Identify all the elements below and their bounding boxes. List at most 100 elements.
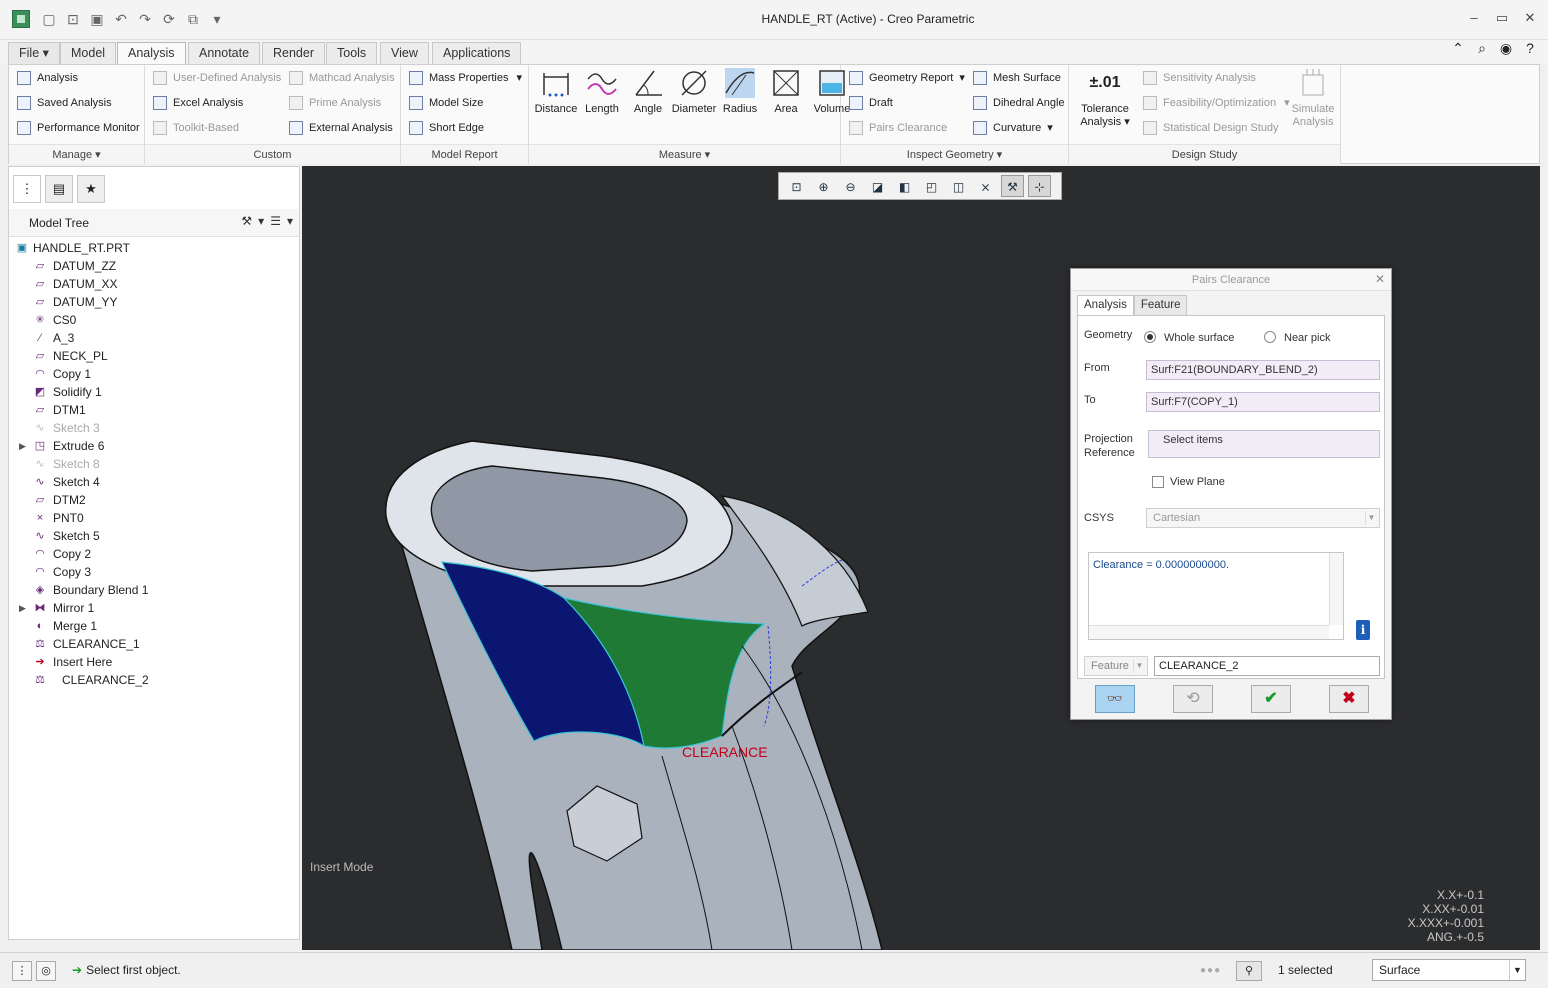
near-pick-label[interactable]: Near pick bbox=[1284, 331, 1330, 345]
annotation-display-icon[interactable]: ⚒ bbox=[1001, 175, 1024, 197]
feature-type-dropdown[interactable]: Feature ▼ bbox=[1084, 656, 1148, 676]
view-plane-label[interactable]: View Plane bbox=[1170, 475, 1225, 489]
tab-render[interactable]: Render bbox=[262, 42, 325, 64]
group-label-measure[interactable]: Measure ▾ bbox=[529, 144, 840, 164]
mesh-surface-button[interactable]: Mesh Surface bbox=[973, 68, 1061, 88]
tab-model[interactable]: Model bbox=[60, 42, 117, 64]
tree-node[interactable]: ▱ DTM1 bbox=[9, 401, 299, 419]
spin-center-icon[interactable]: ⊹ bbox=[1028, 175, 1051, 197]
mathcad-analysis-button[interactable]: Mathcad Analysis bbox=[289, 68, 395, 88]
pairs-clearance-button[interactable]: Pairs Clearance bbox=[849, 118, 947, 138]
projection-reference-collector[interactable]: Select items bbox=[1148, 430, 1380, 458]
tab-file[interactable]: File ▾ bbox=[8, 42, 60, 64]
dihedral-angle-button[interactable]: Dihedral Angle bbox=[973, 93, 1065, 113]
zoom-out-icon[interactable]: ⊖ bbox=[839, 175, 862, 197]
cancel-button[interactable]: ✖ bbox=[1329, 685, 1369, 713]
repaint-icon[interactable]: ◪ bbox=[866, 175, 889, 197]
radius-button[interactable]: Radius bbox=[717, 67, 763, 125]
zoom-in-icon[interactable]: ⊕ bbox=[812, 175, 835, 197]
tree-node[interactable]: ✳ CS0 bbox=[9, 311, 299, 329]
user-defined-analysis-button[interactable]: User-Defined Analysis bbox=[153, 68, 281, 88]
tab-tools[interactable]: Tools bbox=[326, 42, 378, 64]
from-collector[interactable]: Surf:F21(BOUNDARY_BLEND_2) bbox=[1146, 360, 1380, 380]
search-icon[interactable]: ⌕ bbox=[1474, 40, 1490, 56]
info-icon[interactable]: i bbox=[1356, 620, 1370, 640]
tab-annotate[interactable]: Annotate bbox=[188, 42, 261, 64]
tree-node[interactable]: ▱ DATUM_XX bbox=[9, 275, 299, 293]
tree-settings-icon[interactable]: ⚒ bbox=[241, 214, 252, 228]
feasibility-optimization-button[interactable]: Feasibility/Optimization ▾ bbox=[1143, 93, 1290, 113]
tree-node[interactable]: ⁄ A_3 bbox=[9, 329, 299, 347]
favorites-tab-icon[interactable]: ★ bbox=[77, 175, 105, 203]
help-icon[interactable]: ? bbox=[1522, 40, 1538, 56]
repeat-button[interactable]: ⟲ bbox=[1173, 685, 1213, 713]
simulate-analysis-button[interactable]: Simulate Analysis bbox=[1289, 67, 1337, 128]
minimize-icon[interactable]: – bbox=[1466, 10, 1482, 26]
community-icon[interactable]: ◉ bbox=[1498, 40, 1514, 56]
ok-button[interactable]: ✔ bbox=[1251, 685, 1291, 713]
tree-node[interactable]: ◩ Solidify 1 bbox=[9, 383, 299, 401]
group-label-manage[interactable]: Manage ▾ bbox=[9, 144, 144, 164]
tree-node-root[interactable]: ▣ HANDLE_RT.PRT bbox=[9, 239, 299, 257]
analysis-button[interactable]: Analysis bbox=[17, 68, 78, 88]
tree-node[interactable]: ◠ Copy 3 bbox=[9, 563, 299, 581]
tree-settings-dropdown-icon[interactable]: ▾ bbox=[258, 214, 264, 228]
view-plane-checkbox[interactable] bbox=[1152, 476, 1164, 488]
close-icon[interactable]: ✕ bbox=[1522, 10, 1538, 26]
curvature-button[interactable]: Curvature ▾ bbox=[973, 118, 1053, 138]
prime-analysis-button[interactable]: Prime Analysis bbox=[289, 93, 381, 113]
show-menu-dropdown-icon[interactable]: ▾ bbox=[287, 214, 293, 228]
tolerance-analysis-button[interactable]: ±.01 Tolerance Analysis ▾ bbox=[1073, 67, 1137, 128]
angle-button[interactable]: Angle bbox=[625, 67, 671, 125]
mass-properties-button[interactable]: Mass Properties ▾ bbox=[409, 68, 522, 88]
short-edge-button[interactable]: Short Edge bbox=[409, 118, 484, 138]
tree-node[interactable]: ◈ Boundary Blend 1 bbox=[9, 581, 299, 599]
tab-applications[interactable]: Applications bbox=[432, 42, 522, 64]
tree-node[interactable]: × PNT0 bbox=[9, 509, 299, 527]
dialog-title[interactable]: Pairs Clearance bbox=[1071, 269, 1391, 291]
tree-node[interactable]: ▶ ⧓ Mirror 1 bbox=[9, 599, 299, 617]
whole-surface-label[interactable]: Whole surface bbox=[1164, 331, 1234, 345]
tree-node[interactable]: ▱ DTM2 bbox=[9, 491, 299, 509]
tree-node[interactable]: ▱ DATUM_YY bbox=[9, 293, 299, 311]
saved-analysis-button[interactable]: Saved Analysis bbox=[17, 93, 112, 113]
draft-button[interactable]: Draft bbox=[849, 93, 893, 113]
view-manager-icon[interactable]: ◫ bbox=[947, 175, 970, 197]
tree-node[interactable]: ▶ ◳ Extrude 6 bbox=[9, 437, 299, 455]
tree-node[interactable]: ◠ Copy 2 bbox=[9, 545, 299, 563]
curvature-dropdown-icon[interactable]: ▾ bbox=[1047, 122, 1053, 134]
sensitivity-analysis-button[interactable]: Sensitivity Analysis bbox=[1143, 68, 1256, 88]
tree-node[interactable]: ◠ Copy 1 bbox=[9, 365, 299, 383]
saved-orientations-icon[interactable]: ◰ bbox=[920, 175, 943, 197]
to-collector[interactable]: Surf:F7(COPY_1) bbox=[1146, 392, 1380, 412]
result-vertical-scrollbar[interactable] bbox=[1329, 553, 1343, 625]
tab-analysis[interactable]: Analysis bbox=[1077, 295, 1134, 315]
tab-view[interactable]: View bbox=[380, 42, 429, 64]
distance-button[interactable]: Distance bbox=[533, 67, 579, 125]
collapse-ribbon-icon[interactable]: ⌃ bbox=[1450, 40, 1466, 56]
preview-button[interactable]: 👓 bbox=[1095, 685, 1135, 713]
geometry-report-dropdown-icon[interactable]: ▾ bbox=[959, 72, 965, 84]
mass-properties-dropdown-icon[interactable]: ▾ bbox=[516, 72, 522, 84]
csys-dropdown[interactable]: Cartesian ▼ bbox=[1146, 508, 1380, 528]
navigator-toggle-icon[interactable]: ⋮ bbox=[12, 961, 32, 981]
statistical-design-study-button[interactable]: Statistical Design Study bbox=[1143, 118, 1279, 138]
model-size-button[interactable]: Model Size bbox=[409, 93, 483, 113]
feature-name-input[interactable]: CLEARANCE_2 bbox=[1154, 656, 1380, 676]
browser-toggle-icon[interactable]: ◎ bbox=[36, 961, 56, 981]
clearance-label[interactable]: CLEARANCE bbox=[682, 744, 768, 760]
expand-icon[interactable]: ▶ bbox=[19, 599, 26, 617]
tab-feature[interactable]: Feature bbox=[1133, 295, 1188, 315]
area-button[interactable]: Area bbox=[763, 67, 809, 125]
display-style-icon[interactable]: ◧ bbox=[893, 175, 916, 197]
length-button[interactable]: Length bbox=[579, 67, 625, 125]
tree-node[interactable]: ▱ NECK_PL bbox=[9, 347, 299, 365]
tree-node-insert-here[interactable]: ➔ Insert Here bbox=[9, 653, 299, 671]
find-icon[interactable]: ⚲ bbox=[1236, 961, 1262, 981]
tab-analysis[interactable]: Analysis bbox=[117, 42, 186, 65]
tree-node[interactable]: ◐ Merge 1 bbox=[9, 617, 299, 635]
close-icon[interactable]: ✕ bbox=[1375, 272, 1385, 286]
excel-analysis-button[interactable]: Excel Analysis bbox=[153, 93, 243, 113]
folder-browser-tab-icon[interactable]: ▤ bbox=[45, 175, 73, 203]
performance-monitor-button[interactable]: Performance Monitor bbox=[17, 118, 140, 138]
